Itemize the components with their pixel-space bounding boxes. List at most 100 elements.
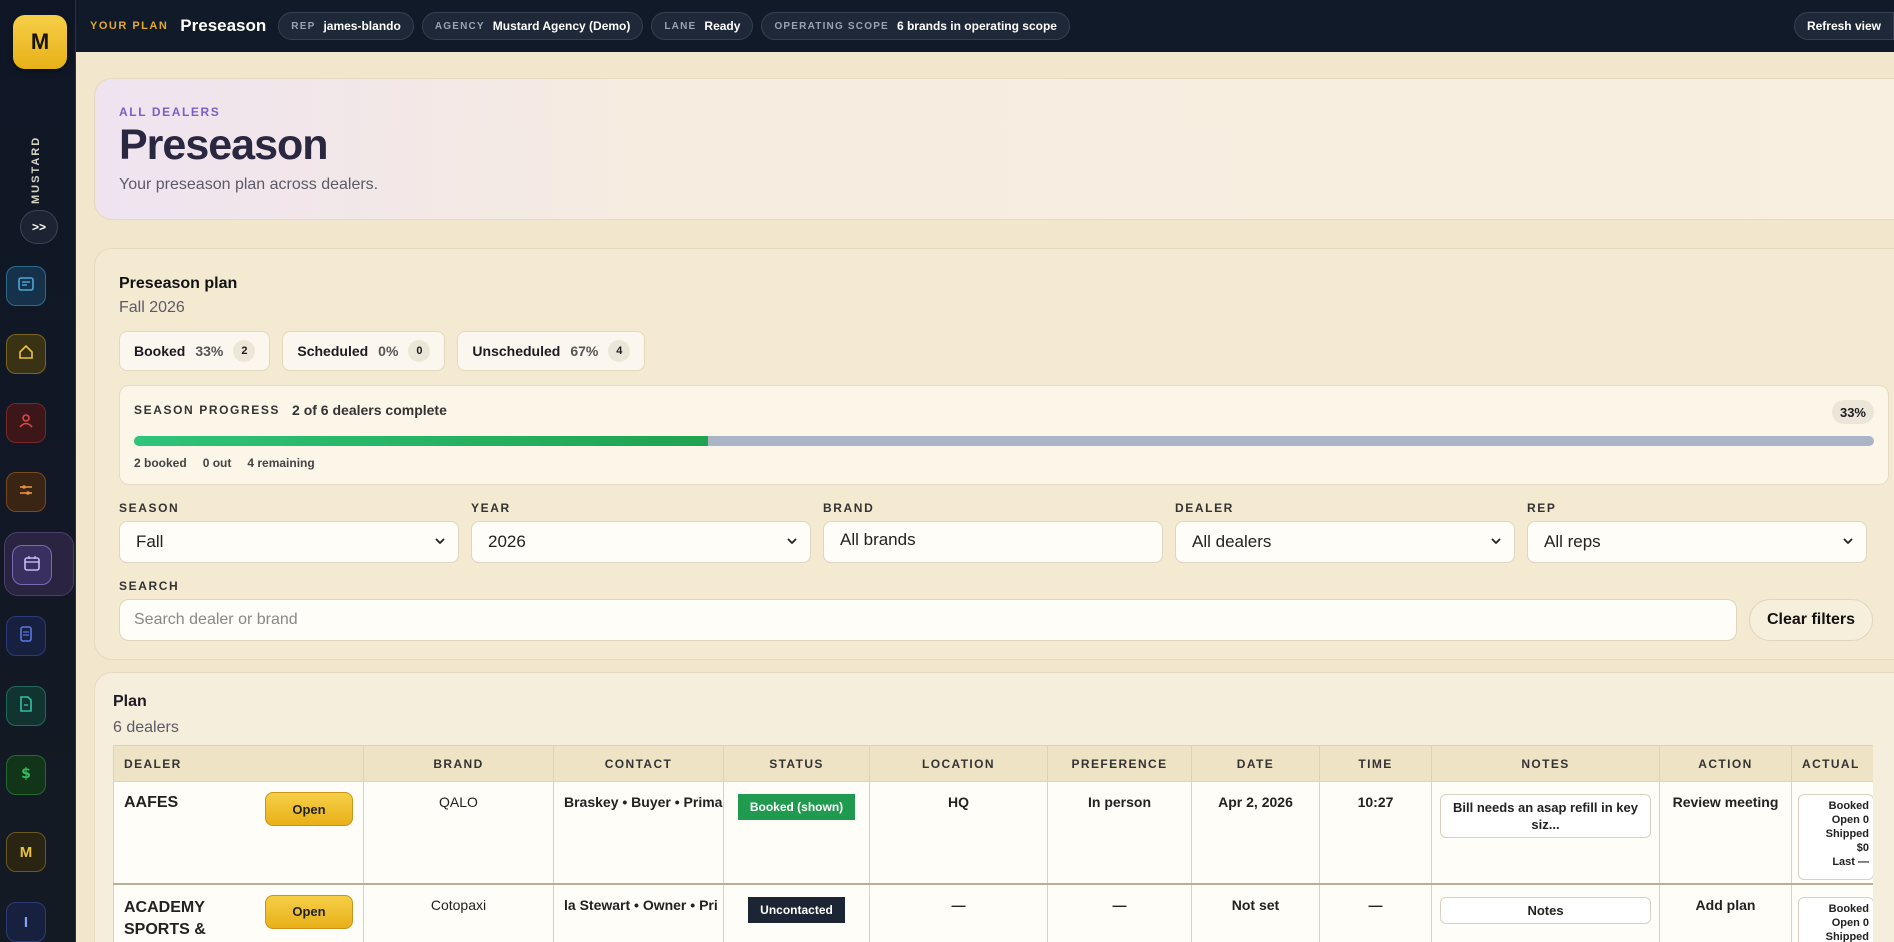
filter-label: DEALER xyxy=(1175,501,1234,515)
filter-rep: REP All reps xyxy=(1527,501,1867,563)
notes-field[interactable]: Bill needs an asap refill in key siz... xyxy=(1440,794,1651,838)
nav-item-dashboard[interactable] xyxy=(6,266,46,306)
open-dealer-button[interactable]: Open xyxy=(265,792,353,826)
notes-field[interactable]: Notes xyxy=(1440,896,1651,924)
add-plan-link[interactable]: Add plan xyxy=(1696,897,1756,913)
status-badge: Uncontacted xyxy=(748,896,845,923)
column-header[interactable]: TIME xyxy=(1319,745,1432,782)
stat-unscheduled[interactable]: Unscheduled 67% 4 xyxy=(457,331,646,371)
nav-item-documents[interactable] xyxy=(6,616,46,656)
search-input[interactable] xyxy=(119,599,1737,641)
column-header[interactable]: DEALER xyxy=(113,745,364,782)
clear-filters-button[interactable]: Clear filters xyxy=(1749,599,1873,641)
actual-open: Open 0 xyxy=(1831,916,1869,929)
filters-row: SEASON Fall YEAR 2026 BRAND All brands D… xyxy=(119,501,1889,563)
time-cell: — xyxy=(1319,883,1432,942)
actual-cell: Booked Open 0 Shipped $0 Last — xyxy=(1791,781,1873,885)
actual-summary: Booked Open 0 Shipped xyxy=(1798,896,1873,942)
lane-chip[interactable]: LANE Ready xyxy=(651,12,754,40)
page-title: Preseason xyxy=(119,121,329,169)
season-select[interactable]: Fall xyxy=(119,521,459,563)
brand-cell: QALO xyxy=(363,781,554,885)
stat-booked[interactable]: Booked 33% 2 xyxy=(119,331,271,371)
table-row[interactable]: ACADEMY SPORTS & Open Cotopaxi la Stewar… xyxy=(113,883,1873,942)
nav-item-forms[interactable] xyxy=(6,686,46,726)
stat-label: Unscheduled xyxy=(472,343,561,359)
refresh-view-button[interactable]: Refresh view xyxy=(1793,12,1894,40)
sliders-icon xyxy=(17,481,35,504)
filter-year: YEAR 2026 xyxy=(471,501,811,563)
dealer-name: AAFES xyxy=(124,794,179,811)
brand-cell: Cotopaxi xyxy=(363,883,554,942)
filter-label: YEAR xyxy=(471,501,511,515)
dealer-select[interactable]: All dealers xyxy=(1175,521,1515,563)
nav-item-finance[interactable]: $ xyxy=(6,755,46,795)
rep-select[interactable]: All reps xyxy=(1527,521,1867,563)
progress-out: 0 out xyxy=(202,456,232,470)
svg-text:$: $ xyxy=(21,766,31,782)
calendar-icon xyxy=(23,554,41,577)
action-cell: Add plan xyxy=(1659,883,1792,942)
document-icon xyxy=(17,625,35,648)
select-value: 2026 xyxy=(488,532,526,551)
stat-count: 4 xyxy=(608,340,631,362)
nav-item-settings[interactable] xyxy=(6,472,46,512)
plan-section: Plan 6 dealers DEALER BRAND CONTACT STAT… xyxy=(94,672,1894,942)
brand-select[interactable]: All brands xyxy=(823,521,1163,563)
nav-item-home[interactable] xyxy=(6,334,46,374)
chip-value: Mustard Agency (Demo) xyxy=(492,19,631,33)
date-cell: Apr 2, 2026 xyxy=(1191,781,1320,885)
filter-brand: BRAND All brands xyxy=(823,501,1163,563)
column-header[interactable]: NOTES xyxy=(1431,745,1660,782)
column-header[interactable]: ACTION xyxy=(1659,745,1792,782)
review-meeting-link[interactable]: Review meeting xyxy=(1673,794,1779,810)
nav-item-people[interactable] xyxy=(6,403,46,443)
open-dealer-button[interactable]: Open xyxy=(265,894,353,929)
column-header[interactable]: CONTACT xyxy=(553,745,724,782)
main-content: ALL DEALERS Preseason Your preseason pla… xyxy=(76,52,1894,942)
filter-dealer: DEALER All dealers xyxy=(1175,501,1515,563)
location-cell: HQ xyxy=(869,781,1048,885)
chip-value: Ready xyxy=(704,19,741,33)
app-logo[interactable]: M xyxy=(13,15,67,69)
agency-chip[interactable]: AGENCY Mustard Agency (Demo) xyxy=(421,12,644,40)
actual-open: Open 0 xyxy=(1831,814,1869,826)
plan-table-wrapper[interactable]: DEALER BRAND CONTACT STATUS LOCATION PRE… xyxy=(113,745,1873,942)
chevron-down-icon xyxy=(786,532,798,552)
file-edit-icon xyxy=(17,695,35,718)
dealer-cell: AAFES Open xyxy=(113,781,364,885)
column-header[interactable]: LOCATION xyxy=(869,745,1048,782)
plan-count: 6 dealers xyxy=(113,719,179,736)
year-select[interactable]: 2026 xyxy=(471,521,811,563)
stat-label: Booked xyxy=(134,343,186,359)
stat-pct: 67% xyxy=(570,343,599,359)
page-subtitle: Your preseason plan across dealers. xyxy=(119,176,379,193)
progress-label: SEASON PROGRESS xyxy=(134,403,281,417)
column-header[interactable]: BRAND xyxy=(363,745,554,782)
rep-chip[interactable]: REP james-blando xyxy=(278,12,414,40)
dealer-name: ACADEMY SPORTS & xyxy=(124,898,206,938)
table-row[interactable]: AAFES Open QALO Braskey • Buyer • Prima … xyxy=(113,781,1873,885)
scope-chip[interactable]: OPERATING SCOPE 6 brands in operating sc… xyxy=(761,12,1070,40)
nav-item-preseason[interactable] xyxy=(12,545,52,585)
page-header: ALL DEALERS Preseason Your preseason pla… xyxy=(94,78,1894,220)
column-header[interactable]: ACTUAL xyxy=(1791,745,1873,782)
column-header[interactable]: STATUS xyxy=(723,745,870,782)
actual-amount: $0 xyxy=(1856,842,1869,854)
plan-title: Plan xyxy=(113,693,147,710)
progress-booked: 2 booked xyxy=(134,456,187,470)
stat-pct: 0% xyxy=(378,343,399,359)
chip-key: REP xyxy=(291,20,316,32)
chevron-down-icon xyxy=(1490,532,1502,552)
actual-booked: Booked xyxy=(1828,902,1869,915)
preference-cell: — xyxy=(1047,883,1192,942)
nav-item-mustard[interactable]: M xyxy=(6,832,46,872)
season-progress-card: SEASON PROGRESS 2 of 6 dealers complete … xyxy=(119,385,1889,485)
nav-item-integrations[interactable]: I xyxy=(6,902,46,942)
plan-table: DEALER BRAND CONTACT STATUS LOCATION PRE… xyxy=(113,745,1873,942)
column-header[interactable]: PREFERENCE xyxy=(1047,745,1192,782)
filter-label: REP xyxy=(1527,501,1557,515)
expand-sidebar-button[interactable]: >> xyxy=(20,210,58,244)
stat-scheduled[interactable]: Scheduled 0% 0 xyxy=(282,331,446,371)
column-header[interactable]: DATE xyxy=(1191,745,1320,782)
